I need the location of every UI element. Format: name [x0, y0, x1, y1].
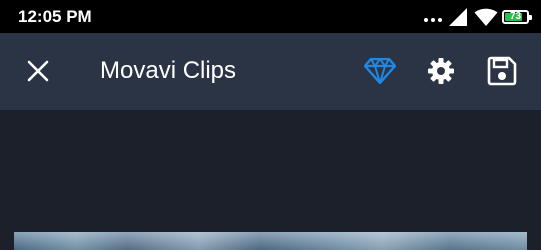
video-preview-image[interactable] [14, 232, 527, 250]
diamond-icon [363, 57, 397, 87]
app-title: Movavi Clips [100, 57, 237, 84]
app-bar: Movavi Clips [0, 33, 541, 110]
cellular-signal-icon [448, 7, 468, 27]
dots-icon [424, 18, 442, 22]
floppy-disk-icon [487, 56, 517, 86]
wifi-icon [474, 7, 498, 27]
battery-level: 73 [509, 11, 522, 22]
status-icons: 73 [424, 6, 532, 28]
status-bar: 12:05 PM 73 [0, 0, 541, 33]
settings-button[interactable] [423, 53, 459, 89]
save-button[interactable] [484, 53, 520, 89]
status-time: 12:05 PM [18, 7, 92, 26]
battery-icon: 73 [502, 10, 532, 24]
preview-overlay [14, 232, 527, 250]
close-button[interactable] [20, 53, 56, 89]
premium-button[interactable] [362, 53, 398, 89]
close-icon [27, 60, 49, 82]
gear-icon [427, 57, 455, 85]
